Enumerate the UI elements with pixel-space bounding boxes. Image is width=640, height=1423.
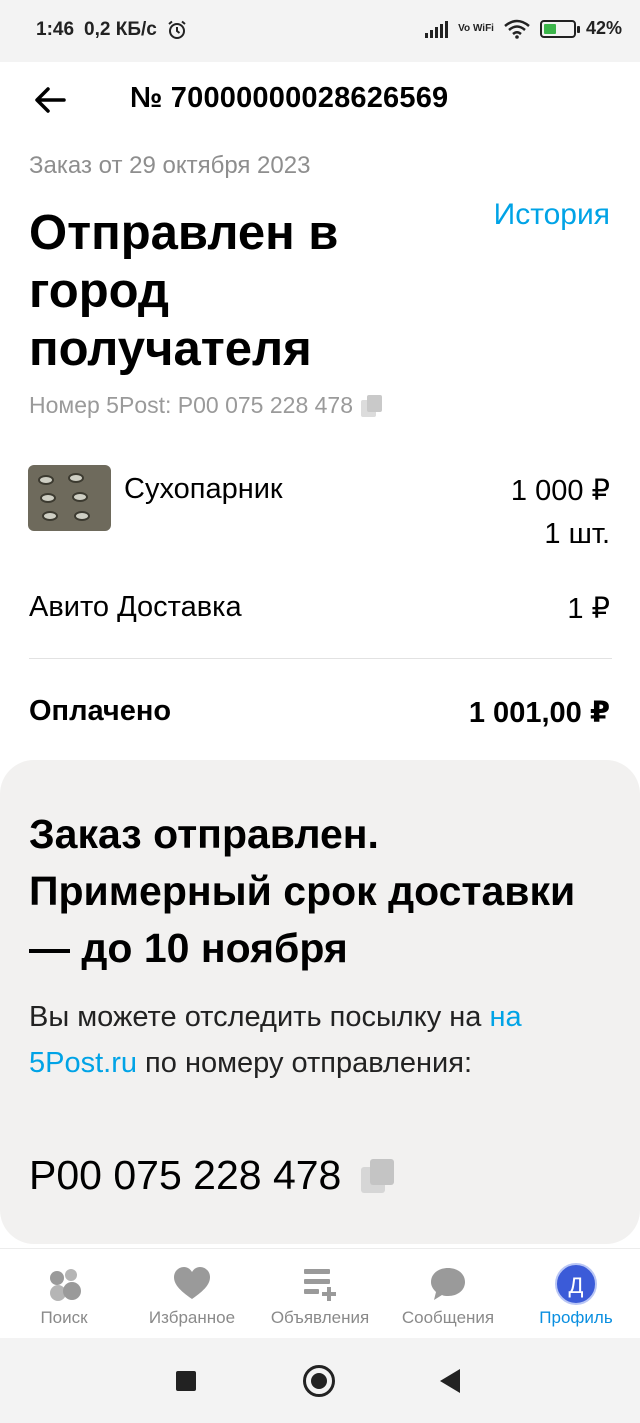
chat-icon	[431, 1268, 465, 1300]
avatar: Д	[555, 1263, 597, 1305]
system-nav-bar	[0, 1338, 640, 1423]
clock: 1:46	[36, 19, 75, 40]
item-quantity: 1 шт.	[544, 518, 610, 550]
alarm-icon	[168, 20, 186, 39]
nav-listings[interactable]: Объявления	[256, 1249, 384, 1338]
card-text-before: Вы можете отследить посылку на	[29, 1001, 490, 1033]
signal-icon	[425, 20, 449, 38]
nav-label: Сообщения	[401, 1308, 495, 1327]
arrow-left-icon[interactable]	[30, 82, 70, 118]
delivery-price: 1 ₽	[567, 593, 610, 625]
card-tracking-number: Р00 075 228 478	[29, 1152, 342, 1198]
system-back-icon[interactable]	[440, 1369, 460, 1393]
heart-icon	[174, 1267, 210, 1299]
bottom-nav: Поиск Избранное Объявления Сообщения Д П…	[0, 1248, 640, 1338]
nav-favorites[interactable]: Избранное	[128, 1249, 256, 1338]
item-price: 1 000 ₽	[510, 475, 610, 507]
order-status-title: Отправлен в город получателя	[29, 206, 339, 376]
search-bubbles-icon	[50, 1269, 81, 1301]
copy-icon[interactable]	[361, 1158, 395, 1193]
list-add-icon	[304, 1269, 336, 1301]
order-date: Заказ от 29 октября 2023	[29, 152, 311, 179]
card-tracking: Р00 075 228 478	[29, 1152, 395, 1199]
battery-icon	[539, 19, 580, 38]
vowifi-label: Vo WiFi	[458, 22, 494, 34]
tracking-5post-label: Номер 5Post: Р00 075 228 478	[29, 392, 353, 418]
avatar-icon: Д	[555, 1263, 597, 1305]
history-link[interactable]: История	[494, 198, 610, 232]
status-right: Vo WiFi 42%	[425, 18, 622, 39]
nav-label: Объявления	[270, 1308, 370, 1327]
status-left: 1:46 0,2 КБ/с	[36, 19, 187, 41]
nav-label: Поиск	[40, 1308, 88, 1327]
order-number: № 70000000028626569	[130, 82, 449, 114]
status-bar: 1:46 0,2 КБ/с Vo WiFi 42%	[0, 0, 640, 62]
top-bar: № 70000000028626569	[0, 62, 640, 138]
shipping-info-card: Заказ отправлен. Примерный срок доставки…	[0, 760, 640, 1244]
delivery-label: Авито Доставка	[29, 591, 242, 623]
network-speed: 0,2 КБ/с	[84, 19, 157, 40]
nav-profile[interactable]: Д Профиль	[512, 1249, 640, 1338]
nav-messages[interactable]: Сообщения	[384, 1249, 512, 1338]
nav-search[interactable]: Поиск	[0, 1249, 128, 1338]
nav-label: Профиль	[539, 1308, 613, 1327]
recents-icon[interactable]	[176, 1371, 196, 1391]
item-thumbnail[interactable]	[28, 465, 111, 531]
tracking-5post: Номер 5Post: Р00 075 228 478	[29, 392, 383, 419]
battery-percent: 42%	[585, 18, 622, 38]
paid-value: 1 001,00 ₽	[468, 697, 610, 729]
card-text-after: по номеру отправления:	[137, 1047, 473, 1079]
home-icon[interactable]	[303, 1365, 335, 1397]
card-text: Вы можете отследить посылку на на 5Post.…	[29, 994, 589, 1086]
divider	[29, 658, 612, 659]
nav-label: Избранное	[148, 1308, 236, 1327]
item-name[interactable]: Сухопарник	[124, 473, 283, 506]
card-title: Заказ отправлен. Примерный срок доставки…	[29, 811, 576, 971]
paid-label: Оплачено	[29, 695, 172, 727]
wifi-icon	[504, 19, 530, 39]
copy-icon[interactable]	[361, 394, 383, 417]
